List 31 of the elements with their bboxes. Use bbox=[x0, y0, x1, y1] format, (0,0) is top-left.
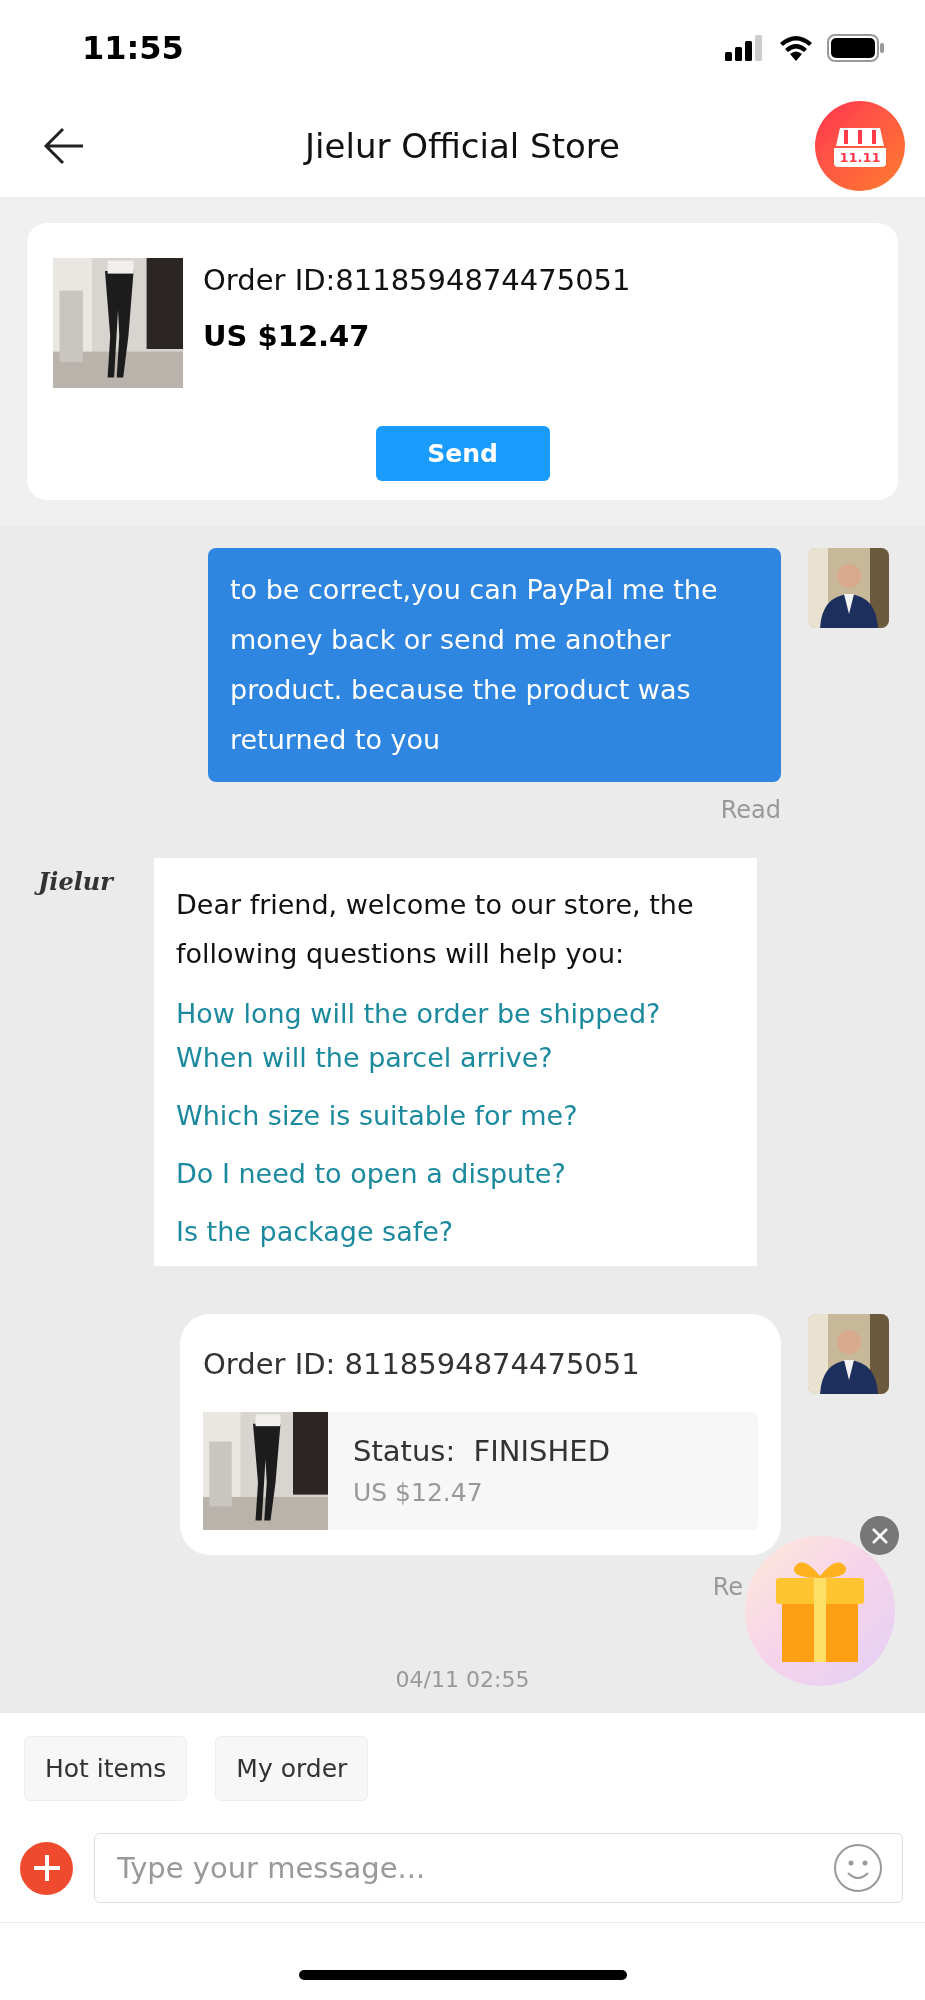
window-title: Jielur Official Store bbox=[302, 124, 621, 168]
signal-icon bbox=[725, 34, 765, 61]
message-bubble: to be correct,you can PayPal me the money back or send me another product. because the product was returned to you bbox=[208, 548, 781, 782]
question-link[interactable]: Is the package safe? bbox=[176, 1210, 735, 1254]
back-icon bbox=[43, 126, 85, 166]
plus-icon bbox=[31, 1853, 62, 1883]
timestamp: 04/11 02:55 bbox=[395, 1666, 530, 1694]
question-link[interactable]: How long will the order be shipped? When will the parcel arrive? bbox=[176, 992, 735, 1080]
wifi-icon bbox=[779, 34, 813, 61]
order-price: US $12.47 bbox=[353, 1477, 484, 1509]
read-status: Read bbox=[720, 795, 781, 826]
quick-reply-chip[interactable]: Hot items bbox=[24, 1736, 188, 1801]
close-button[interactable] bbox=[860, 1516, 899, 1555]
question-link[interactable]: Which size is suitable for me? bbox=[176, 1094, 735, 1138]
read-status: Re bbox=[712, 1572, 743, 1603]
order-id: Order ID:8118594874475051 bbox=[203, 262, 631, 299]
order-id: Order ID: 8118594874475051 bbox=[203, 1346, 641, 1383]
order-price: US $12.47 bbox=[203, 318, 371, 355]
send-button[interactable]: Send bbox=[375, 426, 550, 481]
status-time: 11:55 bbox=[82, 27, 184, 69]
store-button[interactable]: 11.11 bbox=[815, 101, 905, 191]
message-text: Dear friend, welcome to our store, the following questions will help you: bbox=[176, 888, 695, 971]
quick-reply-chip[interactable]: My order bbox=[215, 1736, 369, 1801]
emoji-icon[interactable] bbox=[833, 1843, 883, 1893]
close-icon bbox=[870, 1526, 889, 1545]
battery-icon bbox=[827, 33, 885, 62]
message-input[interactable]: Type your message... bbox=[94, 1833, 903, 1903]
add-button[interactable] bbox=[20, 1841, 73, 1895]
question-link[interactable]: Do I need to open a dispute? bbox=[176, 1152, 735, 1196]
order-status: Status: FINISHED bbox=[353, 1433, 610, 1470]
store-badge-text: 11.11 bbox=[834, 147, 886, 167]
